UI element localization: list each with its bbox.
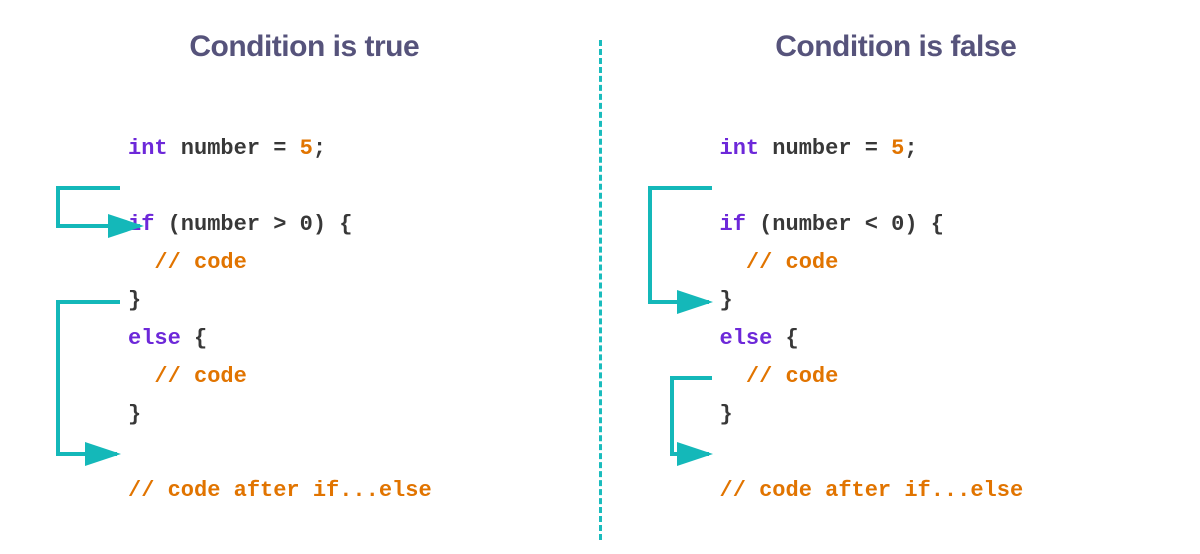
arrow-end-to-after <box>672 378 712 454</box>
brace-close-2: } <box>128 402 141 427</box>
kw-if: if <box>720 212 746 237</box>
title-true: Condition is true <box>20 30 589 64</box>
decl-rest: number = <box>759 136 891 161</box>
comment-code-2: // code <box>746 364 838 389</box>
code-block-false: int number = 5; if (number < 0) { // cod… <box>720 92 1181 510</box>
comment-code-2: // code <box>154 364 246 389</box>
brace-close-2: } <box>720 402 733 427</box>
num-5: 5 <box>300 136 313 161</box>
comment-code-1: // code <box>746 250 838 275</box>
kw-else: else <box>720 326 773 351</box>
comment-code-1: // code <box>154 250 246 275</box>
if-cond: (number < 0) { <box>746 212 944 237</box>
num-5: 5 <box>891 136 904 161</box>
kw-int: int <box>128 136 168 161</box>
else-open: { <box>772 326 798 351</box>
diagram-container: Condition is true int number = 5; if (nu… <box>0 0 1200 554</box>
comment-after: // code after if...else <box>128 478 432 503</box>
kw-if: if <box>128 212 154 237</box>
kw-int: int <box>720 136 760 161</box>
panel-condition-true: Condition is true int number = 5; if (nu… <box>20 30 589 534</box>
decl-rest: number = <box>168 136 300 161</box>
brace-close-1: } <box>720 288 733 313</box>
code-block-true: int number = 5; if (number > 0) { // cod… <box>128 92 589 510</box>
semicolon: ; <box>313 136 326 161</box>
panel-condition-false: Condition is false int number = 5; if (n… <box>612 30 1181 534</box>
comment-after: // code after if...else <box>720 478 1024 503</box>
brace-close-1: } <box>128 288 141 313</box>
vertical-divider <box>599 40 602 540</box>
semicolon: ; <box>904 136 917 161</box>
arrow-if-to-else <box>650 188 712 302</box>
else-open: { <box>181 326 207 351</box>
arrow-else-skip <box>58 302 120 454</box>
if-cond: (number > 0) { <box>154 212 352 237</box>
kw-else: else <box>128 326 181 351</box>
title-false: Condition is false <box>612 30 1181 64</box>
